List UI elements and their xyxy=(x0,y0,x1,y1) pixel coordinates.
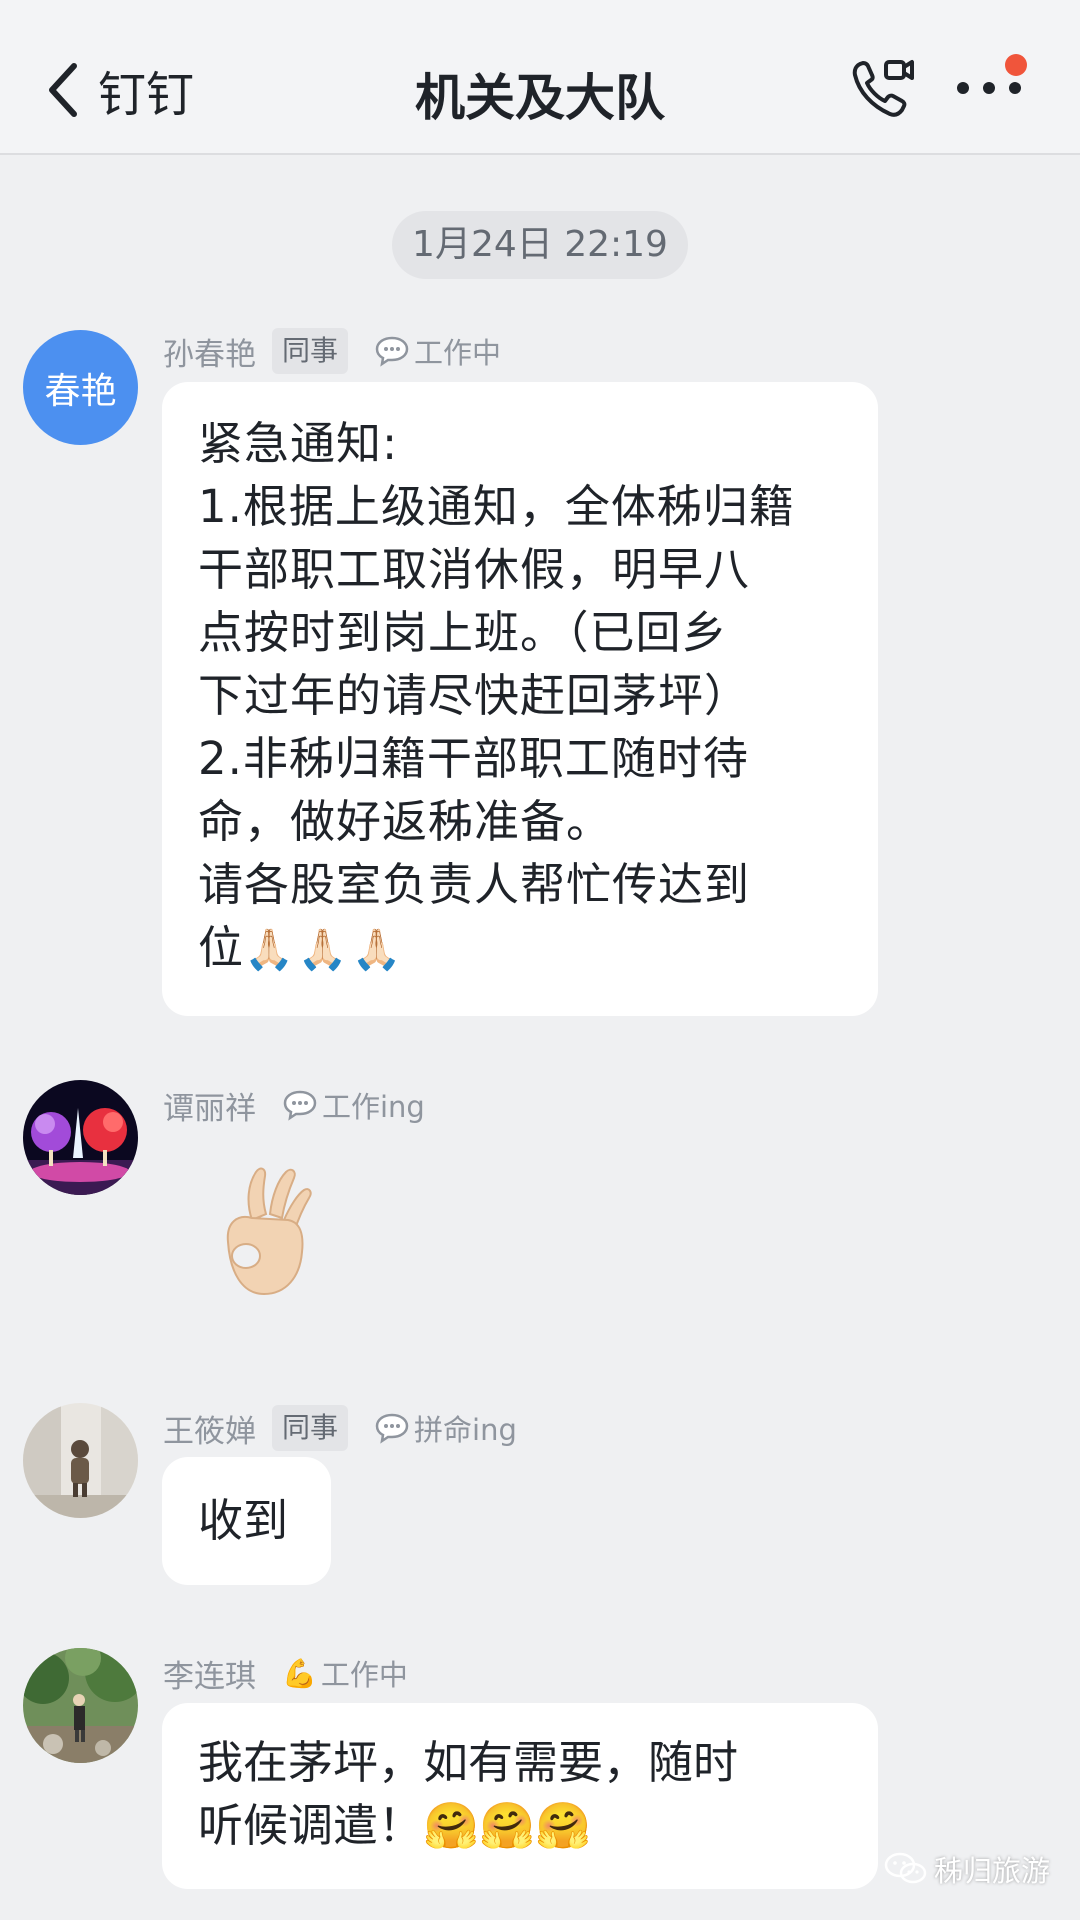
message-line: 我在茅坪，如有需要，随时 xyxy=(198,1736,739,1789)
phone-video-icon xyxy=(852,60,914,117)
sender-name: 谭丽祥 xyxy=(163,1090,256,1127)
avatar[interactable] xyxy=(23,1403,138,1518)
message-bubble[interactable]: 收到 xyxy=(162,1457,331,1585)
sender-status: 💪 工作中 xyxy=(282,1652,408,1694)
sender-status: 工作ing xyxy=(282,1084,425,1126)
avatar[interactable]: 春艳 xyxy=(23,330,138,445)
message-line: 下过年的请尽快赶回茅坪） xyxy=(198,669,751,722)
message-line: 1.根据上级通知，全体秭归籍 xyxy=(198,480,795,533)
status-text: 拼命ing xyxy=(414,1413,517,1447)
message-line: 干部职工取消休假，明早八 xyxy=(198,543,751,596)
phone-video-call-button[interactable] xyxy=(846,54,918,126)
message-line: 请各股室负责人帮忙传达到 xyxy=(198,858,751,911)
avatar[interactable] xyxy=(23,1648,138,1763)
sender-info: 谭丽祥 工作ing xyxy=(163,1082,425,1128)
avatar[interactable] xyxy=(23,1080,138,1195)
ok-hand-icon xyxy=(226,1167,312,1296)
watermark: 秭归旅游 xyxy=(884,1848,1050,1890)
message-bubble[interactable]: 紧急通知: 1.根据上级通知，全体秭归籍 干部职工取消休假，明早八 点按时到岗上… xyxy=(162,382,878,1016)
message-line: 命，做好返秭准备。 xyxy=(198,795,613,848)
chat-bubble-icon xyxy=(375,1413,409,1444)
message-line-text: 位 xyxy=(198,921,245,974)
chat-bubble-icon xyxy=(283,1090,317,1121)
hugging-face-emoji: 🤗🤗🤗 xyxy=(423,1799,592,1852)
status-text: 工作ing xyxy=(322,1090,425,1124)
sender-info: 孙春艳 同事 工作中 xyxy=(163,328,501,374)
more-dots-icon xyxy=(957,82,1021,94)
folded-hands-emoji: 🙏🏻🙏🏻🙏🏻 xyxy=(244,927,406,973)
message-bubble[interactable]: 我在茅坪，如有需要，随时 听候调遣！🤗🤗🤗 xyxy=(162,1703,878,1889)
ok-hand-sticker[interactable] xyxy=(208,1162,318,1302)
message-line: 位🙏🏻🙏🏻🙏🏻 xyxy=(198,916,842,982)
colleague-tag: 同事 xyxy=(272,328,349,374)
chat-screen: 钉钉 机关及大队 1月24日 22:19 春艳 孙春艳 同事 工作中 紧急通知:… xyxy=(0,0,1080,1920)
avatar-initials: 春艳 xyxy=(44,370,117,412)
message-line: 紧急通知: xyxy=(198,417,399,470)
message-line: 听候调遣！🤗🤗🤗 xyxy=(198,1794,842,1857)
flexed-biceps-icon: 💪 xyxy=(282,1656,317,1690)
notification-dot xyxy=(1005,54,1027,76)
sender-name: 李连琪 xyxy=(163,1658,256,1695)
sender-status: 拼命ing xyxy=(374,1407,517,1449)
sender-status: 工作中 xyxy=(374,330,501,372)
sender-info: 李连琪 💪 工作中 xyxy=(163,1650,408,1696)
sender-name: 孙春艳 xyxy=(163,336,256,373)
status-text: 工作中 xyxy=(320,1658,408,1692)
chat-header: 钉钉 机关及大队 xyxy=(0,0,1080,155)
sender-info: 王筱婵 同事 拼命ing xyxy=(163,1405,517,1451)
status-text: 工作中 xyxy=(414,336,502,370)
avatar-photo-light-trees xyxy=(23,1080,138,1195)
message-line: 点按时到岗上班。（已回乡 xyxy=(198,606,728,659)
colleague-tag: 同事 xyxy=(272,1405,349,1451)
message-line-text: 听候调遣！ xyxy=(198,1799,424,1852)
wechat-icon xyxy=(884,1852,927,1884)
message-line: 2.非秭归籍干部职工随时待 xyxy=(198,732,749,785)
message-timestamp: 1月24日 22:19 xyxy=(392,211,688,279)
chat-title: 机关及大队 xyxy=(415,69,665,127)
sender-name: 王筱婵 xyxy=(163,1413,256,1450)
chat-bubble-icon xyxy=(375,336,409,367)
message-text: 收到 xyxy=(198,1494,289,1547)
watermark-text: 秭归旅游 xyxy=(934,1854,1051,1888)
avatar-photo-child xyxy=(23,1403,138,1518)
more-button[interactable] xyxy=(955,52,1035,124)
avatar-photo-garden xyxy=(23,1648,138,1763)
